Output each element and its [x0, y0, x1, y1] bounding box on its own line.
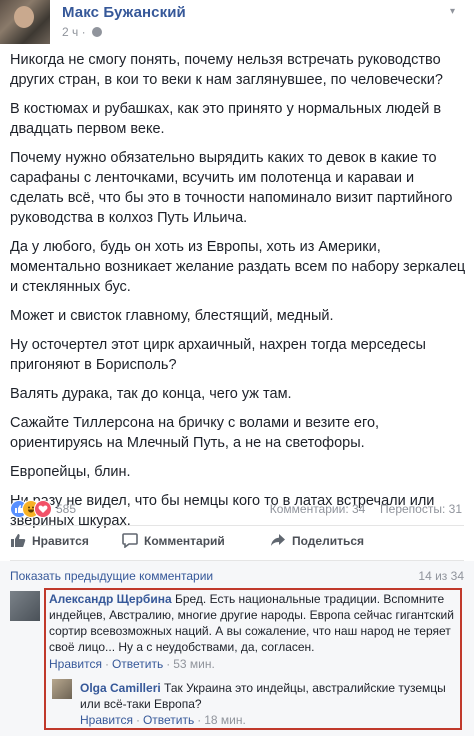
post-meta: 2 ч ·	[62, 25, 102, 39]
post-paragraph: Ну осточертел этот цирк архаичный, нахре…	[10, 337, 426, 373]
post-time[interactable]: 2 ч	[62, 25, 78, 39]
comment-button[interactable]: Комментарий	[122, 532, 225, 551]
love-reaction-icon[interactable]	[34, 500, 52, 518]
reply-actions: Нравится · Ответить · 18 мин.	[80, 713, 246, 727]
reply-like-link[interactable]: Нравится	[80, 713, 133, 727]
like-button[interactable]: Нравится	[10, 532, 89, 551]
post-paragraph: Никогда не смогу понять, почему нельзя в…	[10, 52, 443, 88]
comment-actions: Нравится · Ответить · 53 мин.	[49, 657, 215, 671]
reaction-count[interactable]: 585	[56, 502, 76, 516]
comment-time[interactable]: 53 мин.	[173, 657, 215, 671]
reply-author[interactable]: Olga Camilleri	[80, 681, 161, 695]
globe-icon	[91, 27, 102, 37]
author-avatar[interactable]	[0, 0, 50, 44]
reply-avatar[interactable]	[52, 679, 72, 699]
post-header: Макс Бужанский 2 ч · ▾	[0, 0, 474, 46]
show-previous-comments-link[interactable]: Показать предыдущие комментарии	[10, 569, 213, 583]
post-body: Никогда не смогу понять, почему нельзя в…	[10, 50, 468, 540]
post-paragraph: Валять дурака, так до конца, чего уж там…	[10, 386, 292, 402]
divider	[10, 525, 464, 526]
comments-count[interactable]: Комментарии: 34	[270, 502, 366, 516]
post-paragraph: Да у любого, будь он хоть из Европы, хот…	[10, 239, 466, 295]
comment-share-counts: Комментарии: 34 Перепосты: 31	[270, 502, 462, 516]
comment-like-link[interactable]: Нравится	[49, 657, 102, 671]
author-name[interactable]: Макс Бужанский	[62, 4, 186, 21]
reply-reply-link[interactable]: Ответить	[143, 713, 194, 727]
post-action-bar: Нравится Комментарий Поделиться	[10, 528, 464, 558]
post-paragraph: Почему нужно обязательно вырядить каких …	[10, 150, 453, 226]
thumb-up-icon	[10, 532, 26, 551]
share-arrow-icon	[270, 532, 286, 551]
chevron-down-icon[interactable]: ▾	[450, 6, 464, 17]
comment-body: Александр Щербина Бред. Есть национальны…	[49, 591, 459, 655]
post-paragraph: В костюмах и рубашках, как это принято у…	[10, 101, 442, 137]
post-paragraph: Может и свисток главному, блестящий, мед…	[10, 308, 334, 324]
shares-count[interactable]: Перепосты: 31	[380, 502, 462, 516]
comment-bubble-icon	[122, 532, 138, 551]
reply-body: Olga Camilleri Так Украина это индейцы, …	[80, 680, 458, 712]
share-button-label: Поделиться	[292, 534, 365, 548]
post-paragraph: Сажайте Тиллерсона на бричку с волами и …	[10, 415, 380, 451]
comment-author[interactable]: Александр Щербина	[49, 592, 172, 606]
comment-reply-link[interactable]: Ответить	[112, 657, 163, 671]
reply-time[interactable]: 18 мин.	[204, 713, 246, 727]
like-button-label: Нравится	[32, 534, 89, 548]
post-paragraph: Европейцы, блин.	[10, 464, 131, 480]
comment-pagination-count: 14 из 34	[418, 569, 464, 583]
share-button[interactable]: Поделиться	[270, 532, 364, 551]
commenter-avatar[interactable]	[10, 591, 40, 621]
reactions-summary: 585 Комментарии: 34 Перепосты: 31	[10, 500, 464, 518]
comment-button-label: Комментарий	[144, 534, 225, 548]
